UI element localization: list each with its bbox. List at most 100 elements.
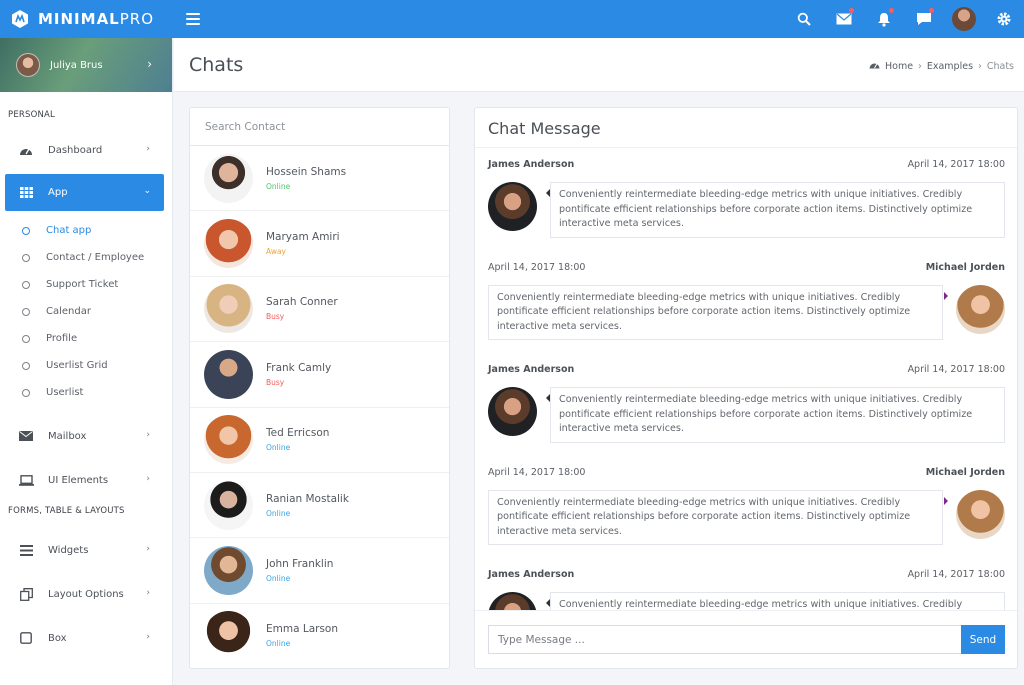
avatar bbox=[956, 284, 1005, 334]
brand-logo[interactable]: MINIMAL PRO bbox=[0, 0, 174, 38]
chevron-right-icon: › bbox=[146, 430, 150, 440]
gear-icon[interactable] bbox=[984, 0, 1024, 38]
chat-message: April 14, 2017 18:00 Michael Jorden Conven… bbox=[475, 457, 1017, 560]
laptop-icon bbox=[18, 473, 34, 487]
contact-status: Away bbox=[266, 247, 286, 257]
copy-icon bbox=[18, 587, 34, 601]
submenu-item-support-ticket[interactable]: Support Ticket bbox=[0, 271, 172, 298]
contact-item[interactable]: Ted Erricson Online bbox=[190, 408, 449, 473]
contact-name: Sarah Conner bbox=[266, 296, 338, 309]
submenu-label: Userlist Grid bbox=[46, 360, 108, 371]
contact-name: Emma Larson bbox=[266, 623, 339, 636]
chevron-right-icon: › bbox=[146, 632, 150, 642]
user-avatar bbox=[16, 53, 40, 77]
brand-logo-icon bbox=[12, 10, 28, 28]
sidebar-item-dashboard[interactable]: Dashboard › bbox=[0, 128, 172, 172]
top-bar: MINIMAL PRO bbox=[0, 0, 1024, 38]
contact-status: Online bbox=[266, 639, 291, 649]
sidebar-item-layout-options[interactable]: Layout Options › bbox=[0, 572, 172, 616]
sidebar-item-box[interactable]: Box › bbox=[0, 616, 172, 660]
submenu-item-userlist-grid[interactable]: Userlist Grid bbox=[0, 352, 172, 379]
message-bubble: Conveniently reintermediate bleeding-edg… bbox=[488, 489, 948, 545]
contact-status: Online bbox=[266, 508, 291, 518]
message-bubble: Conveniently reintermediate bleeding-edg… bbox=[488, 284, 948, 340]
contact-name: Ranian Mostalik bbox=[266, 492, 349, 505]
contact-item[interactable]: Maryam Amiri Away bbox=[190, 211, 449, 277]
circle-icon bbox=[22, 253, 30, 262]
contact-item[interactable]: Sarah Conner Busy bbox=[190, 277, 449, 343]
submenu-item-calendar[interactable]: Calendar bbox=[0, 298, 172, 325]
avatar bbox=[488, 387, 537, 436]
sidebar-user-name: Juliya Brus bbox=[50, 59, 103, 71]
submenu-item-profile[interactable]: Profile bbox=[0, 325, 172, 352]
sidebar-item-app[interactable]: App ⌄ bbox=[5, 174, 164, 211]
contact-item[interactable]: Hossein Shams Online bbox=[190, 146, 449, 212]
contact-status: Busy bbox=[266, 377, 285, 387]
contact-name: Hossein Shams bbox=[266, 165, 347, 178]
grid-icon bbox=[18, 186, 34, 200]
contact-item[interactable]: Ranian Mostalik Online bbox=[190, 473, 449, 539]
page-title: Chats bbox=[189, 54, 244, 76]
mail-icon[interactable] bbox=[824, 0, 864, 38]
message-bubble: Conveniently reintermediate bleeding-edg… bbox=[546, 387, 1005, 443]
circle-icon bbox=[22, 361, 30, 370]
submenu-item-chat-app[interactable]: Chat app bbox=[0, 217, 172, 244]
chat-icon[interactable] bbox=[904, 0, 944, 38]
sidebar-item-label: Mailbox bbox=[48, 430, 87, 442]
contact-item[interactable]: Frank Camly Busy bbox=[190, 342, 449, 408]
app-submenu: Chat app Contact / Employee Support Tick… bbox=[0, 211, 172, 414]
breadcrumb-separator: › bbox=[918, 60, 922, 72]
sidebar-item-mailbox[interactable]: Mailbox › bbox=[0, 414, 172, 458]
contact-name: Ted Erricson bbox=[266, 427, 330, 440]
contact-status: Online bbox=[266, 443, 291, 453]
message-sender: Michael Jorden bbox=[925, 261, 1005, 273]
sidebar-user-card[interactable]: Juliya Brus › bbox=[0, 38, 172, 92]
sidebar-item-label: Layout Options bbox=[48, 588, 124, 600]
breadcrumb-separator: › bbox=[978, 60, 982, 72]
submenu-label: Support Ticket bbox=[46, 279, 119, 290]
submenu-label: Contact / Employee bbox=[46, 252, 145, 263]
message-time: April 14, 2017 18:00 bbox=[907, 159, 1005, 170]
sidebar-item-widgets[interactable]: Widgets › bbox=[0, 528, 172, 572]
user-menu[interactable] bbox=[944, 0, 984, 38]
message-bubble: Conveniently reintermediate bleeding-edg… bbox=[546, 592, 1005, 612]
chevron-right-icon: › bbox=[146, 588, 150, 598]
submenu-item-contact-employee[interactable]: Contact / Employee bbox=[0, 244, 172, 271]
breadcrumb-examples[interactable]: Examples bbox=[927, 61, 973, 72]
search-icon[interactable] bbox=[784, 0, 824, 38]
send-button[interactable]: Send bbox=[961, 625, 1005, 654]
breadcrumb-home[interactable]: Home bbox=[885, 61, 913, 72]
message-composer: Send bbox=[475, 610, 1017, 668]
submenu-item-userlist[interactable]: Userlist bbox=[0, 379, 172, 406]
message-list[interactable]: James Anderson April 14, 2017 18:00 Conven… bbox=[475, 149, 1017, 612]
avatar bbox=[956, 489, 1005, 539]
message-sender: James Anderson bbox=[488, 364, 575, 375]
submenu-label: Chat app bbox=[46, 225, 92, 236]
sidebar-section-personal: PERSONAL bbox=[8, 110, 55, 120]
message-input[interactable] bbox=[488, 625, 961, 654]
contact-list: Hossein Shams Online Maryam Amiri Away Sarah… bbox=[190, 146, 449, 668]
submenu-label: Profile bbox=[46, 333, 78, 344]
chat-panel: Chat Message James Anderson April 14, 201… bbox=[474, 107, 1018, 669]
avatar bbox=[488, 182, 537, 231]
chevron-right-icon: › bbox=[146, 144, 150, 154]
message-time: April 14, 2017 18:00 bbox=[488, 466, 586, 478]
sidebar-item-label: UI Elements bbox=[48, 474, 109, 486]
avatar bbox=[204, 415, 253, 465]
menu-toggle-icon[interactable] bbox=[186, 13, 200, 25]
contact-item[interactable]: John Franklin Online bbox=[190, 538, 449, 604]
avatar bbox=[952, 7, 976, 31]
bell-notification-dot bbox=[889, 8, 894, 13]
sidebar-item-ui-elements[interactable]: UI Elements › bbox=[0, 458, 172, 502]
contacts-panel: Hossein Shams Online Maryam Amiri Away Sarah… bbox=[189, 107, 450, 669]
message-sender: James Anderson bbox=[488, 569, 575, 580]
sidebar-item-label: Widgets bbox=[48, 544, 89, 556]
sidebar-item-label: Dashboard bbox=[48, 144, 103, 156]
contact-name: John Franklin bbox=[266, 558, 334, 571]
bell-icon[interactable] bbox=[864, 0, 904, 38]
search-contact-input[interactable] bbox=[190, 108, 449, 146]
contact-item[interactable]: Emma Larson Online bbox=[190, 604, 449, 668]
contact-name: Frank Camly bbox=[266, 361, 332, 374]
chevron-down-icon: ⌄ bbox=[143, 186, 151, 196]
brand-name: MINIMAL bbox=[38, 10, 120, 28]
